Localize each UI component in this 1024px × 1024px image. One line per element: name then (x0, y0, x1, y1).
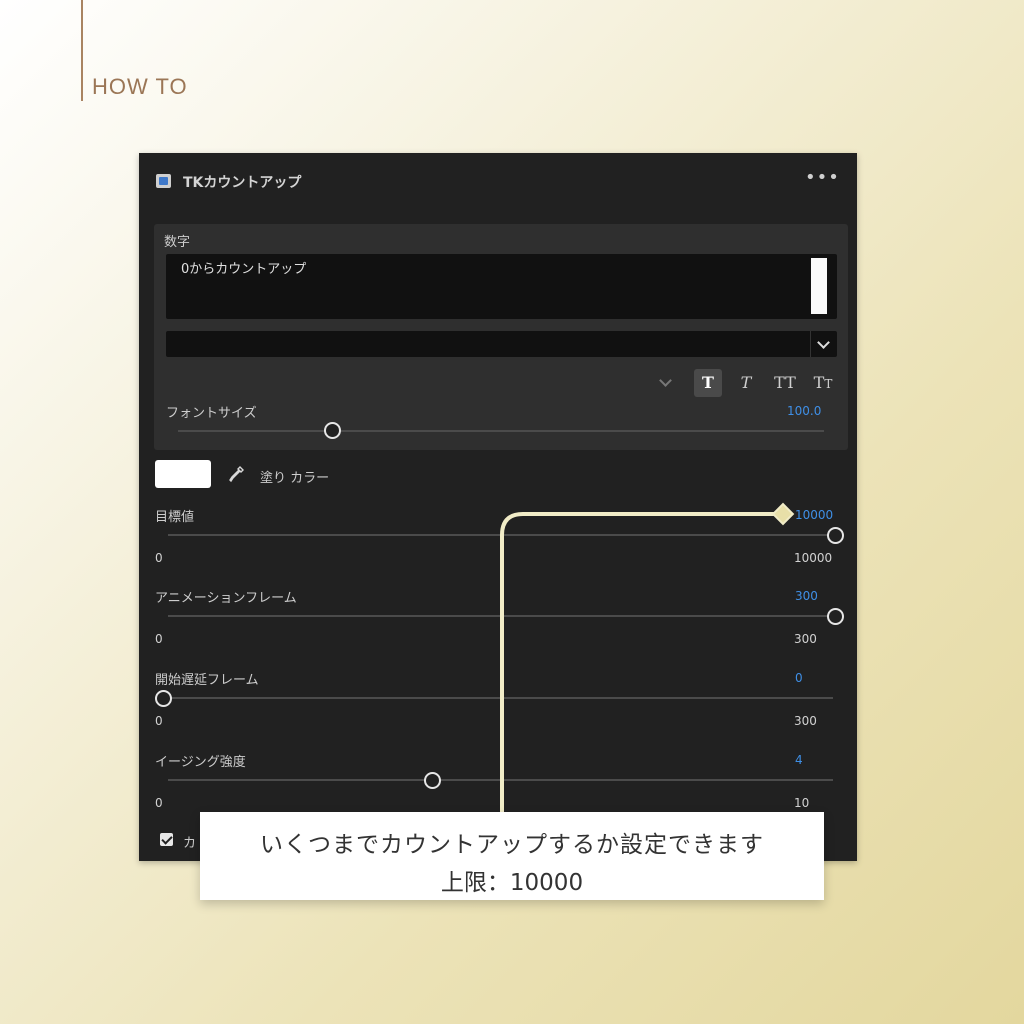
text-section-label: 数字 (164, 235, 191, 250)
chevron-down-icon[interactable] (810, 331, 837, 357)
slider-easing-label: イージング強度 (155, 755, 246, 770)
slider-delay-track[interactable] (168, 697, 833, 699)
font-size-slider-knob[interactable] (324, 422, 341, 439)
slider-target-track[interactable] (168, 534, 833, 536)
slider-easing-value[interactable]: 4 (795, 753, 803, 767)
fill-color-swatch[interactable] (155, 460, 211, 488)
text-scrollbar[interactable] (811, 258, 827, 314)
slider-delay-min: 0 (155, 714, 163, 728)
callout-line-2: 上限：10000 (440, 870, 584, 896)
font-select[interactable] (166, 331, 837, 357)
more-options-icon[interactable]: ••• (805, 167, 840, 188)
slider-frames-value[interactable]: 300 (795, 589, 818, 603)
slider-easing-track[interactable] (168, 779, 833, 781)
eyedropper-icon[interactable] (229, 465, 245, 483)
effect-controls-panel: TKカウントアップ ••• 数字 0からカウントアップ T T TT TT フォ… (139, 153, 857, 861)
header-label: HOW TO (92, 74, 188, 99)
slider-frames-track[interactable] (168, 615, 833, 617)
text-section: 数字 0からカウントアップ T T TT TT フォントサイズ 100.0 (154, 224, 848, 450)
slider-easing-min: 0 (155, 796, 163, 810)
slider-easing-max: 10 (794, 796, 810, 810)
option-checkbox[interactable] (160, 833, 173, 846)
header-accent-line (81, 0, 83, 101)
bold-style-button[interactable]: T (694, 369, 722, 397)
slider-delay-value[interactable]: 0 (795, 671, 803, 685)
callout-line-1: いくつまでカウントアップするか設定できます (260, 832, 764, 858)
slider-frames-label: アニメーションフレーム (155, 591, 297, 606)
text-input[interactable]: 0からカウントアップ (166, 254, 837, 319)
fill-color-label: 塗り カラー (260, 471, 330, 486)
font-size-value[interactable]: 100.0 (787, 404, 821, 418)
font-size-slider-track[interactable] (178, 430, 824, 432)
text-input-value: 0からカウントアップ (181, 262, 307, 277)
option-checkbox-label: カ (183, 836, 197, 851)
slider-target-knob[interactable] (827, 527, 844, 544)
panel-title: TKカウントアップ (183, 175, 302, 191)
effect-icon (156, 174, 171, 188)
slider-frames-min: 0 (155, 632, 163, 646)
slider-target-label: 目標値 (155, 510, 195, 525)
slider-target-max: 10000 (794, 551, 833, 565)
small-caps-button[interactable]: TT (809, 369, 837, 397)
slider-target-min: 0 (155, 551, 163, 565)
style-expand-chevron-icon[interactable] (659, 374, 672, 387)
callout-box: いくつまでカウントアップするか設定できます 上限：10000 (200, 812, 824, 900)
slider-delay-max: 300 (794, 714, 817, 728)
slider-frames-knob[interactable] (827, 608, 844, 625)
font-size-label: フォントサイズ (166, 406, 257, 421)
slider-delay-knob[interactable] (155, 690, 172, 707)
all-caps-button[interactable]: TT (771, 369, 799, 397)
slider-delay-label: 開始遅延フレーム (155, 673, 259, 688)
slider-target-value[interactable]: 10000 (795, 508, 833, 522)
italic-style-button[interactable]: T (732, 369, 760, 397)
slider-easing-knob[interactable] (424, 772, 441, 789)
slider-frames-max: 300 (794, 632, 817, 646)
